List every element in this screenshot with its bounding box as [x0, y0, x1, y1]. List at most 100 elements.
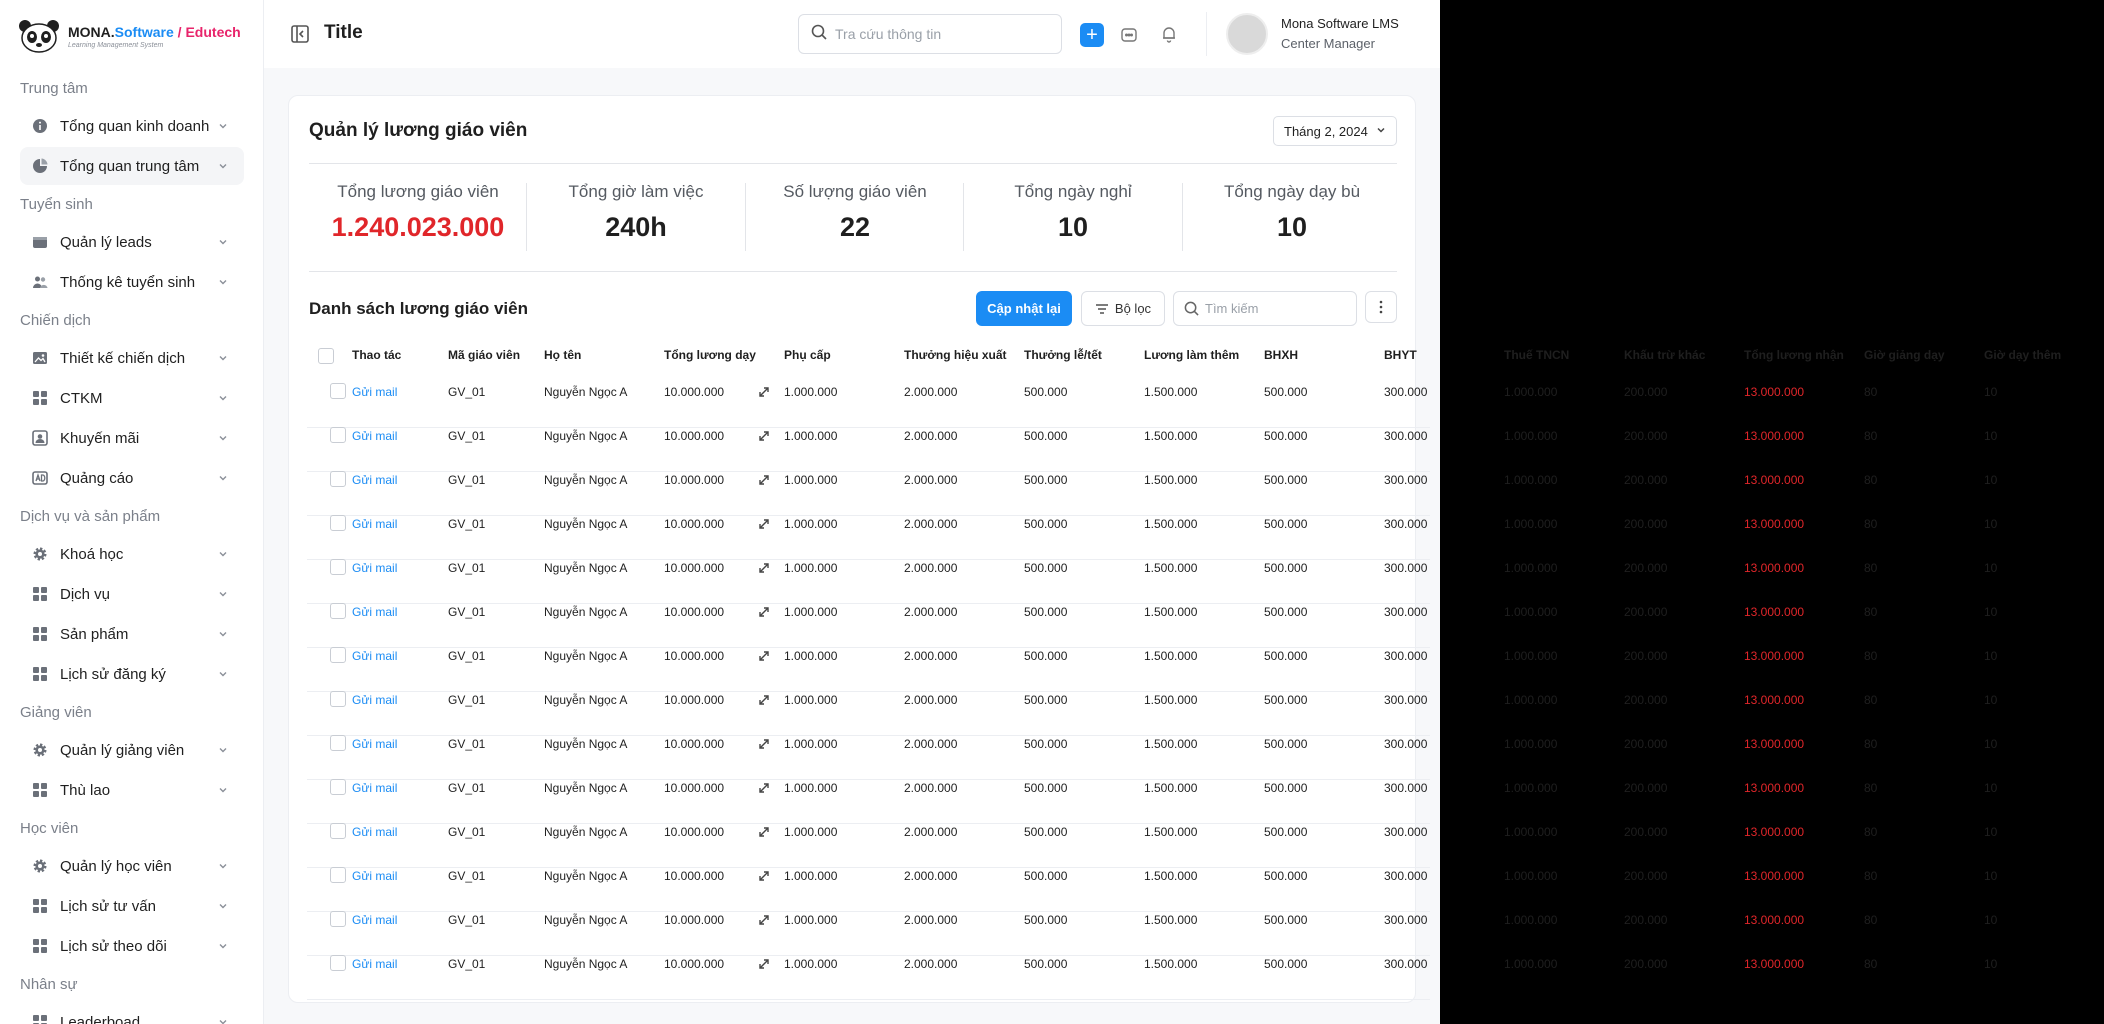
chevron-down-icon — [218, 353, 228, 363]
stat-item: Tổng giờ làm việc 240h — [527, 182, 745, 243]
month-select[interactable]: Tháng 2, 2024 — [1273, 116, 1397, 146]
table-row[interactable]: Gửi mail GV_01 Nguyễn Ngọc A 10.000.000 1.00… — [307, 868, 2104, 956]
stat-value: 10 — [1057, 212, 1089, 242]
table-row[interactable]: Gửi mail GV_01 Nguyễn Ngọc A 10.000.000 1.00… — [307, 824, 2104, 912]
stat-value: 240h — [605, 212, 667, 242]
sidebar-item-label: Quản lý học viên — [60, 857, 172, 875]
sidebar-item[interactable]: Thù lao — [20, 771, 244, 809]
filter-label: Bộ lọc — [1114, 301, 1152, 316]
brand-software: Software — [114, 23, 174, 40]
salary-table: Thao tác Mã giáo viên Họ tên Tổng lương dạy… — [307, 340, 2104, 1000]
table-row[interactable]: Gửi mail GV_01 Nguyễn Ngọc A 10.000.000 1.00… — [307, 604, 2104, 692]
table-cell: 10.000.000 — [664, 957, 725, 971]
table-row[interactable]: Gửi mail GV_01 Nguyễn Ngọc A 10.000.000 1.00… — [307, 472, 2104, 560]
user-role: Center Manager — [1281, 36, 1375, 51]
message-icon[interactable] — [1120, 26, 1138, 44]
sidebar-item[interactable]: Lịch sử tư vấn — [20, 887, 244, 925]
stat-divider — [1182, 183, 1183, 251]
add-button[interactable]: + — [1080, 23, 1104, 47]
table-cell: 13.000.000 — [1744, 957, 1805, 971]
brand-name: MONA — [68, 23, 111, 40]
sidebar-item[interactable]: Dịch vụ — [20, 575, 244, 613]
panda-logo-icon — [18, 19, 60, 53]
table-row[interactable]: Gửi mail GV_01 Nguyễn Ngọc A 10.000.000 1.00… — [307, 912, 2104, 1000]
card-title: Quản lý lương giáo viên — [309, 120, 528, 141]
chevron-down-icon — [218, 121, 228, 131]
update-button[interactable]: Cập nhật lại — [976, 291, 1072, 326]
global-search[interactable] — [798, 14, 1062, 54]
sidebar-item-label: Leaderboad — [60, 1013, 141, 1024]
chevron-down-icon — [218, 237, 228, 247]
table-row[interactable]: Gửi mail GV_01 Nguyễn Ngọc A 10.000.000 1.00… — [307, 340, 2104, 428]
sidebar-item-label: Thiết kế chiến dịch — [60, 349, 186, 367]
chevron-down-icon — [1376, 125, 1386, 138]
expand-icon[interactable] — [757, 957, 771, 971]
nav-group-label: Nhân sự — [20, 976, 78, 993]
table-row[interactable]: Gửi mail GV_01 Nguyễn Ngọc A 10.000.000 1.00… — [307, 516, 2104, 604]
chevron-down-icon — [218, 393, 228, 403]
stat-label: Số lượng giáo viên — [783, 182, 927, 201]
user-card-icon — [32, 430, 48, 446]
table-cell: GV_01 — [448, 957, 486, 971]
chevron-down-icon — [218, 941, 228, 951]
sidebar-item[interactable]: Lịch sử theo dõi — [20, 927, 244, 965]
chevron-down-icon — [218, 745, 228, 755]
table-search[interactable] — [1173, 291, 1357, 326]
month-select-value: Tháng 2, 2024 — [1284, 123, 1368, 139]
sidebar-item-label: Khoá học — [60, 545, 124, 563]
table-search-input[interactable] — [1205, 301, 1345, 316]
user-name[interactable]: Mona Software LMS — [1281, 16, 1399, 31]
more-options-button[interactable] — [1365, 291, 1397, 323]
global-search-input[interactable] — [835, 26, 1035, 42]
sidebar-item[interactable]: Quản lý leads — [20, 223, 244, 261]
send-mail-link[interactable]: Gửi mail — [352, 957, 397, 971]
table-row[interactable]: Gửi mail GV_01 Nguyễn Ngọc A 10.000.000 1.00… — [307, 648, 2104, 736]
table-row[interactable]: Gửi mail GV_01 Nguyễn Ngọc A 10.000.000 1.00… — [307, 780, 2104, 868]
sidebar-item[interactable]: Tổng quan kinh doanh — [20, 107, 244, 145]
logo[interactable]: MONA.Software / Edutech Learning Managem… — [18, 16, 241, 56]
sidebar-item[interactable]: Quản lý học viên — [20, 847, 244, 885]
sidebar-item-label: CTKM — [60, 389, 103, 407]
divider — [309, 271, 1397, 272]
sidebar-item-label: Lịch sử theo dõi — [60, 937, 167, 955]
brand-tagline: Learning Management System — [68, 41, 164, 49]
table-row[interactable]: Gửi mail GV_01 Nguyễn Ngọc A 10.000.000 1.00… — [307, 428, 2104, 516]
sidebar-item[interactable]: Quản lý giảng viên — [20, 731, 244, 769]
ad-icon — [32, 470, 48, 486]
avatar[interactable] — [1226, 13, 1268, 55]
sidebar-item-label: Thù lao — [60, 781, 111, 799]
table-row[interactable]: Gửi mail GV_01 Nguyễn Ngọc A 10.000.000 1.00… — [307, 560, 2104, 648]
bell-icon[interactable] — [1160, 25, 1178, 43]
table-cell: 2.000.000 — [904, 957, 958, 971]
table-row[interactable]: Gửi mail GV_01 Nguyễn Ngọc A 10.000.000 1.00… — [307, 384, 2104, 472]
row-checkbox[interactable] — [330, 955, 346, 971]
sidebar-item[interactable]: CTKM — [20, 379, 244, 417]
sidebar-item[interactable]: Quảng cáo — [20, 459, 244, 497]
sidebar-item[interactable]: Lịch sử đăng ký — [20, 655, 244, 693]
chevron-down-icon — [218, 277, 228, 287]
sidebar-toggle-icon[interactable] — [290, 24, 310, 44]
chevron-down-icon — [218, 785, 228, 795]
sidebar-item[interactable]: Thống kê tuyển sinh — [20, 263, 244, 301]
sidebar-item[interactable]: Khuyến mãi — [20, 419, 244, 457]
sidebar-item[interactable]: Leaderboad — [20, 1003, 244, 1024]
chevron-down-icon — [218, 473, 228, 483]
sidebar-item[interactable]: Sản phẩm — [20, 615, 244, 653]
stat-divider — [963, 183, 964, 251]
sidebar-item[interactable]: Thiết kế chiến dịch — [20, 339, 244, 377]
table-cell: 1.500.000 — [1144, 957, 1198, 971]
search-icon — [811, 24, 827, 45]
sidebar-item-label: Thống kê tuyển sinh — [60, 273, 196, 291]
table-row[interactable]: Gửi mail GV_01 Nguyễn Ngọc A 10.000.000 1.00… — [307, 736, 2104, 824]
chevron-down-icon — [218, 161, 228, 171]
search-icon — [1184, 301, 1199, 316]
table-row[interactable]: Gửi mail GV_01 Nguyễn Ngọc A 10.000.000 1.00… — [307, 692, 2104, 780]
row-divider — [307, 999, 1430, 1000]
sidebar-item-label: Quảng cáo — [60, 469, 134, 487]
chevron-down-icon — [218, 901, 228, 911]
sidebar-item[interactable]: Khoá học — [20, 535, 244, 573]
sidebar-item[interactable]: Tổng quan trung tâm — [20, 147, 244, 185]
chevron-down-icon — [218, 629, 228, 639]
filter-button[interactable]: Bộ lọc — [1081, 291, 1165, 326]
chevron-down-icon — [218, 433, 228, 443]
